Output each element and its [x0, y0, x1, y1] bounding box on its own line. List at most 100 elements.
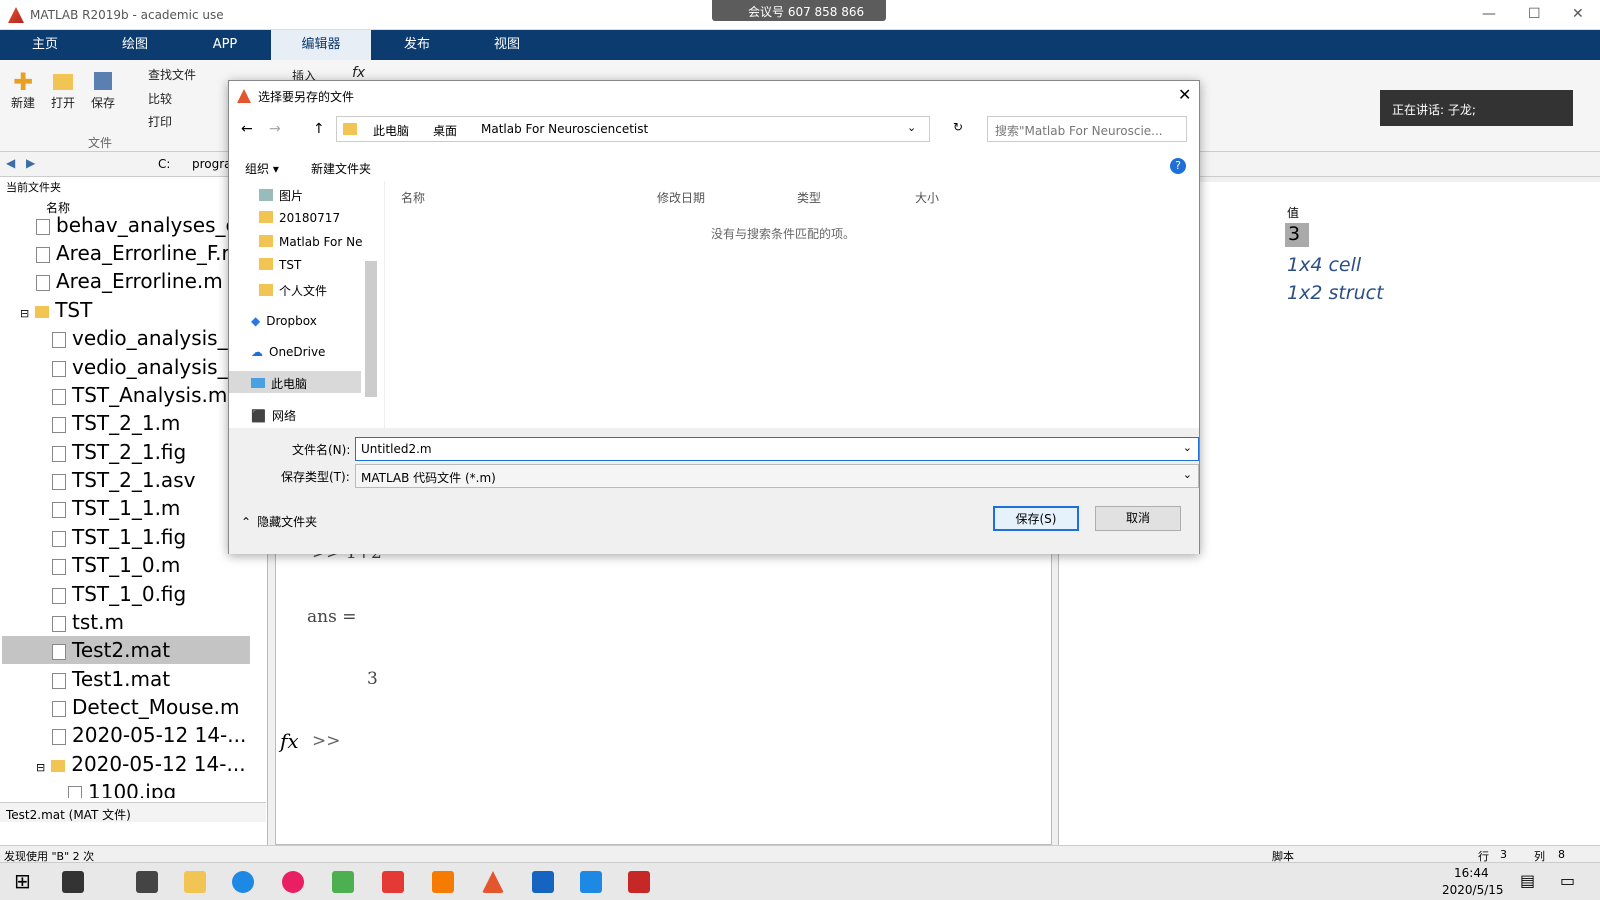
browser-icon[interactable] [282, 871, 304, 893]
file-row[interactable]: TST_1_1.fig [52, 523, 186, 551]
tree-item-folder[interactable]: Matlab For Ne [259, 235, 362, 249]
value-column-header[interactable]: 值 [1287, 204, 1299, 221]
column-size[interactable]: 大小 [915, 189, 939, 206]
meeting-icon[interactable] [580, 871, 602, 893]
file-row-selected[interactable]: Test2.mat [2, 636, 250, 664]
compare-button[interactable]: 比较 [148, 90, 172, 107]
breadcrumb-folder[interactable]: Matlab For Neurosciencetist [481, 122, 648, 136]
file-explorer-icon[interactable] [184, 871, 206, 893]
drive-label[interactable]: C: [158, 157, 170, 171]
close-button[interactable]: ✕ [1572, 6, 1584, 22]
path-label[interactable]: progra [192, 157, 232, 171]
file-row[interactable]: tst.m [52, 608, 124, 636]
workspace-value[interactable]: 1x4 cell [1287, 254, 1361, 276]
store-icon[interactable] [136, 871, 158, 893]
refresh-icon[interactable]: ↻ [953, 120, 963, 134]
tree-item-network[interactable]: ⬛ 网络 [251, 407, 296, 424]
open-button[interactable]: 打开 [48, 70, 78, 111]
column-name[interactable]: 名称 [401, 189, 425, 206]
dialog-address-bar[interactable]: 此电脑 桌面 Matlab For Neurosciencetist ⌄ [336, 116, 930, 142]
organize-button[interactable]: 组织 ▾ [245, 160, 279, 177]
pdf-icon[interactable] [432, 871, 454, 893]
tab-home[interactable]: 主页 [0, 30, 90, 60]
app-icon[interactable] [62, 871, 84, 893]
save-button[interactable]: 保存 [88, 70, 118, 111]
file-row[interactable]: vedio_analysis_t [52, 353, 235, 381]
file-row[interactable]: TST_Analysis.m [52, 381, 227, 409]
up-arrow-icon[interactable]: ↑ [313, 121, 325, 137]
fx-icon[interactable]: fx [280, 729, 299, 753]
notification-icon[interactable]: ▤ [1520, 871, 1535, 890]
filetype-select[interactable]: MATLAB 代码文件 (*.m) ⌄ [355, 464, 1199, 488]
edge-icon[interactable] [232, 871, 254, 893]
tree-item-dropbox[interactable]: ◆ Dropbox [251, 314, 317, 328]
tree-item-folder[interactable]: 个人文件 [259, 282, 327, 299]
folder-row[interactable]: ⊟ 2020-05-12 14-... [36, 750, 246, 778]
action-center-icon[interactable]: ▭ [1560, 871, 1575, 890]
dialog-close-button[interactable]: ✕ [1178, 85, 1191, 104]
hide-folders-toggle[interactable]: ⌃ 隐藏文件夹 [241, 513, 317, 530]
file-row[interactable]: Area_Errorline.m [36, 267, 223, 295]
tree-item-this-pc[interactable]: 此电脑 [229, 371, 361, 393]
folder-row[interactable]: ⊟ TST [20, 296, 92, 324]
tree-item-folder[interactable]: 20180717 [259, 211, 340, 225]
clock-date[interactable]: 2020/5/15 [1442, 883, 1504, 897]
workspace-value[interactable]: 3 [1285, 223, 1309, 247]
tab-editor[interactable]: 编辑器 [271, 30, 371, 60]
file-row[interactable]: Test1.mat [52, 665, 170, 693]
app-icon[interactable] [628, 871, 650, 893]
maximize-button[interactable]: ☐ [1528, 6, 1541, 22]
windows-start-icon[interactable]: ⊞ [14, 869, 31, 893]
tree-item-folder[interactable]: TST [259, 258, 301, 272]
dialog-search-input[interactable]: 搜索"Matlab For Neuroscie... [987, 116, 1187, 142]
forward-icon[interactable]: ▶ [26, 156, 35, 170]
fx-button[interactable]: fx [352, 65, 365, 81]
new-button[interactable]: ✚ 新建 [8, 70, 38, 111]
clock-time[interactable]: 16:44 [1454, 866, 1489, 880]
print-button[interactable]: 打印 [148, 113, 172, 130]
matlab-icon[interactable] [482, 871, 504, 893]
back-icon[interactable]: ◀ [6, 156, 15, 170]
save-button[interactable]: 保存(S) [993, 506, 1079, 531]
file-row[interactable]: 2020-05-12 14-... [52, 721, 246, 749]
file-row[interactable]: 1100.jpg [68, 778, 176, 798]
meeting-banner[interactable]: 会议号 607 858 866 [712, 0, 886, 21]
cancel-button[interactable]: 取消 [1095, 506, 1181, 531]
minimize-button[interactable]: — [1482, 6, 1496, 22]
collapse-icon[interactable]: ⊟ [36, 761, 45, 774]
tree-item-onedrive[interactable]: ☁ OneDrive [251, 345, 325, 359]
youdao-icon[interactable] [382, 871, 404, 893]
collapse-icon[interactable]: ⊟ [20, 307, 29, 320]
command-window[interactable]: >> 1+2 ans = 3 fx >> [275, 543, 1052, 845]
tree-scrollbar[interactable] [365, 261, 377, 397]
file-row[interactable]: Detect_Mouse.m [52, 693, 239, 721]
tab-plots[interactable]: 绘图 [90, 30, 180, 60]
language-icon[interactable] [532, 871, 554, 893]
chevron-down-icon[interactable]: ⌄ [1183, 441, 1192, 454]
tree-item-pictures[interactable]: 图片 [259, 187, 303, 204]
file-row[interactable]: behav_analyses_c [36, 211, 237, 239]
file-row[interactable]: vedio_analysis_t [52, 324, 235, 352]
wechat-icon[interactable] [332, 871, 354, 893]
forward-arrow-icon[interactable]: → [269, 121, 281, 137]
tab-view[interactable]: 视图 [462, 30, 552, 60]
column-modified[interactable]: 修改日期 [657, 189, 705, 206]
file-row[interactable]: TST_1_0.fig [52, 580, 186, 608]
help-icon[interactable]: ? [1170, 158, 1186, 174]
file-row[interactable]: TST_1_0.m [52, 551, 180, 579]
filename-input[interactable]: Untitled2.m ⌄ [355, 437, 1199, 461]
chevron-down-icon[interactable]: ⌄ [907, 121, 916, 134]
breadcrumb-this-pc[interactable]: 此电脑 [373, 122, 409, 139]
tab-publish[interactable]: 发布 [372, 30, 462, 60]
tab-apps[interactable]: APP [180, 30, 270, 60]
file-row[interactable]: TST_2_1.asv [52, 466, 195, 494]
back-arrow-icon[interactable]: ← [241, 121, 253, 137]
chevron-down-icon[interactable]: ⌄ [1183, 468, 1192, 481]
file-row[interactable]: TST_2_1.fig [52, 438, 186, 466]
file-row[interactable]: TST_2_1.m [52, 409, 180, 437]
find-files-button[interactable]: 查找文件 [148, 66, 196, 83]
new-folder-button[interactable]: 新建文件夹 [311, 160, 371, 177]
file-row[interactable]: TST_1_1.m [52, 494, 180, 522]
breadcrumb-desktop[interactable]: 桌面 [433, 122, 457, 139]
file-row[interactable]: Area_Errorline_F.r [36, 239, 230, 267]
